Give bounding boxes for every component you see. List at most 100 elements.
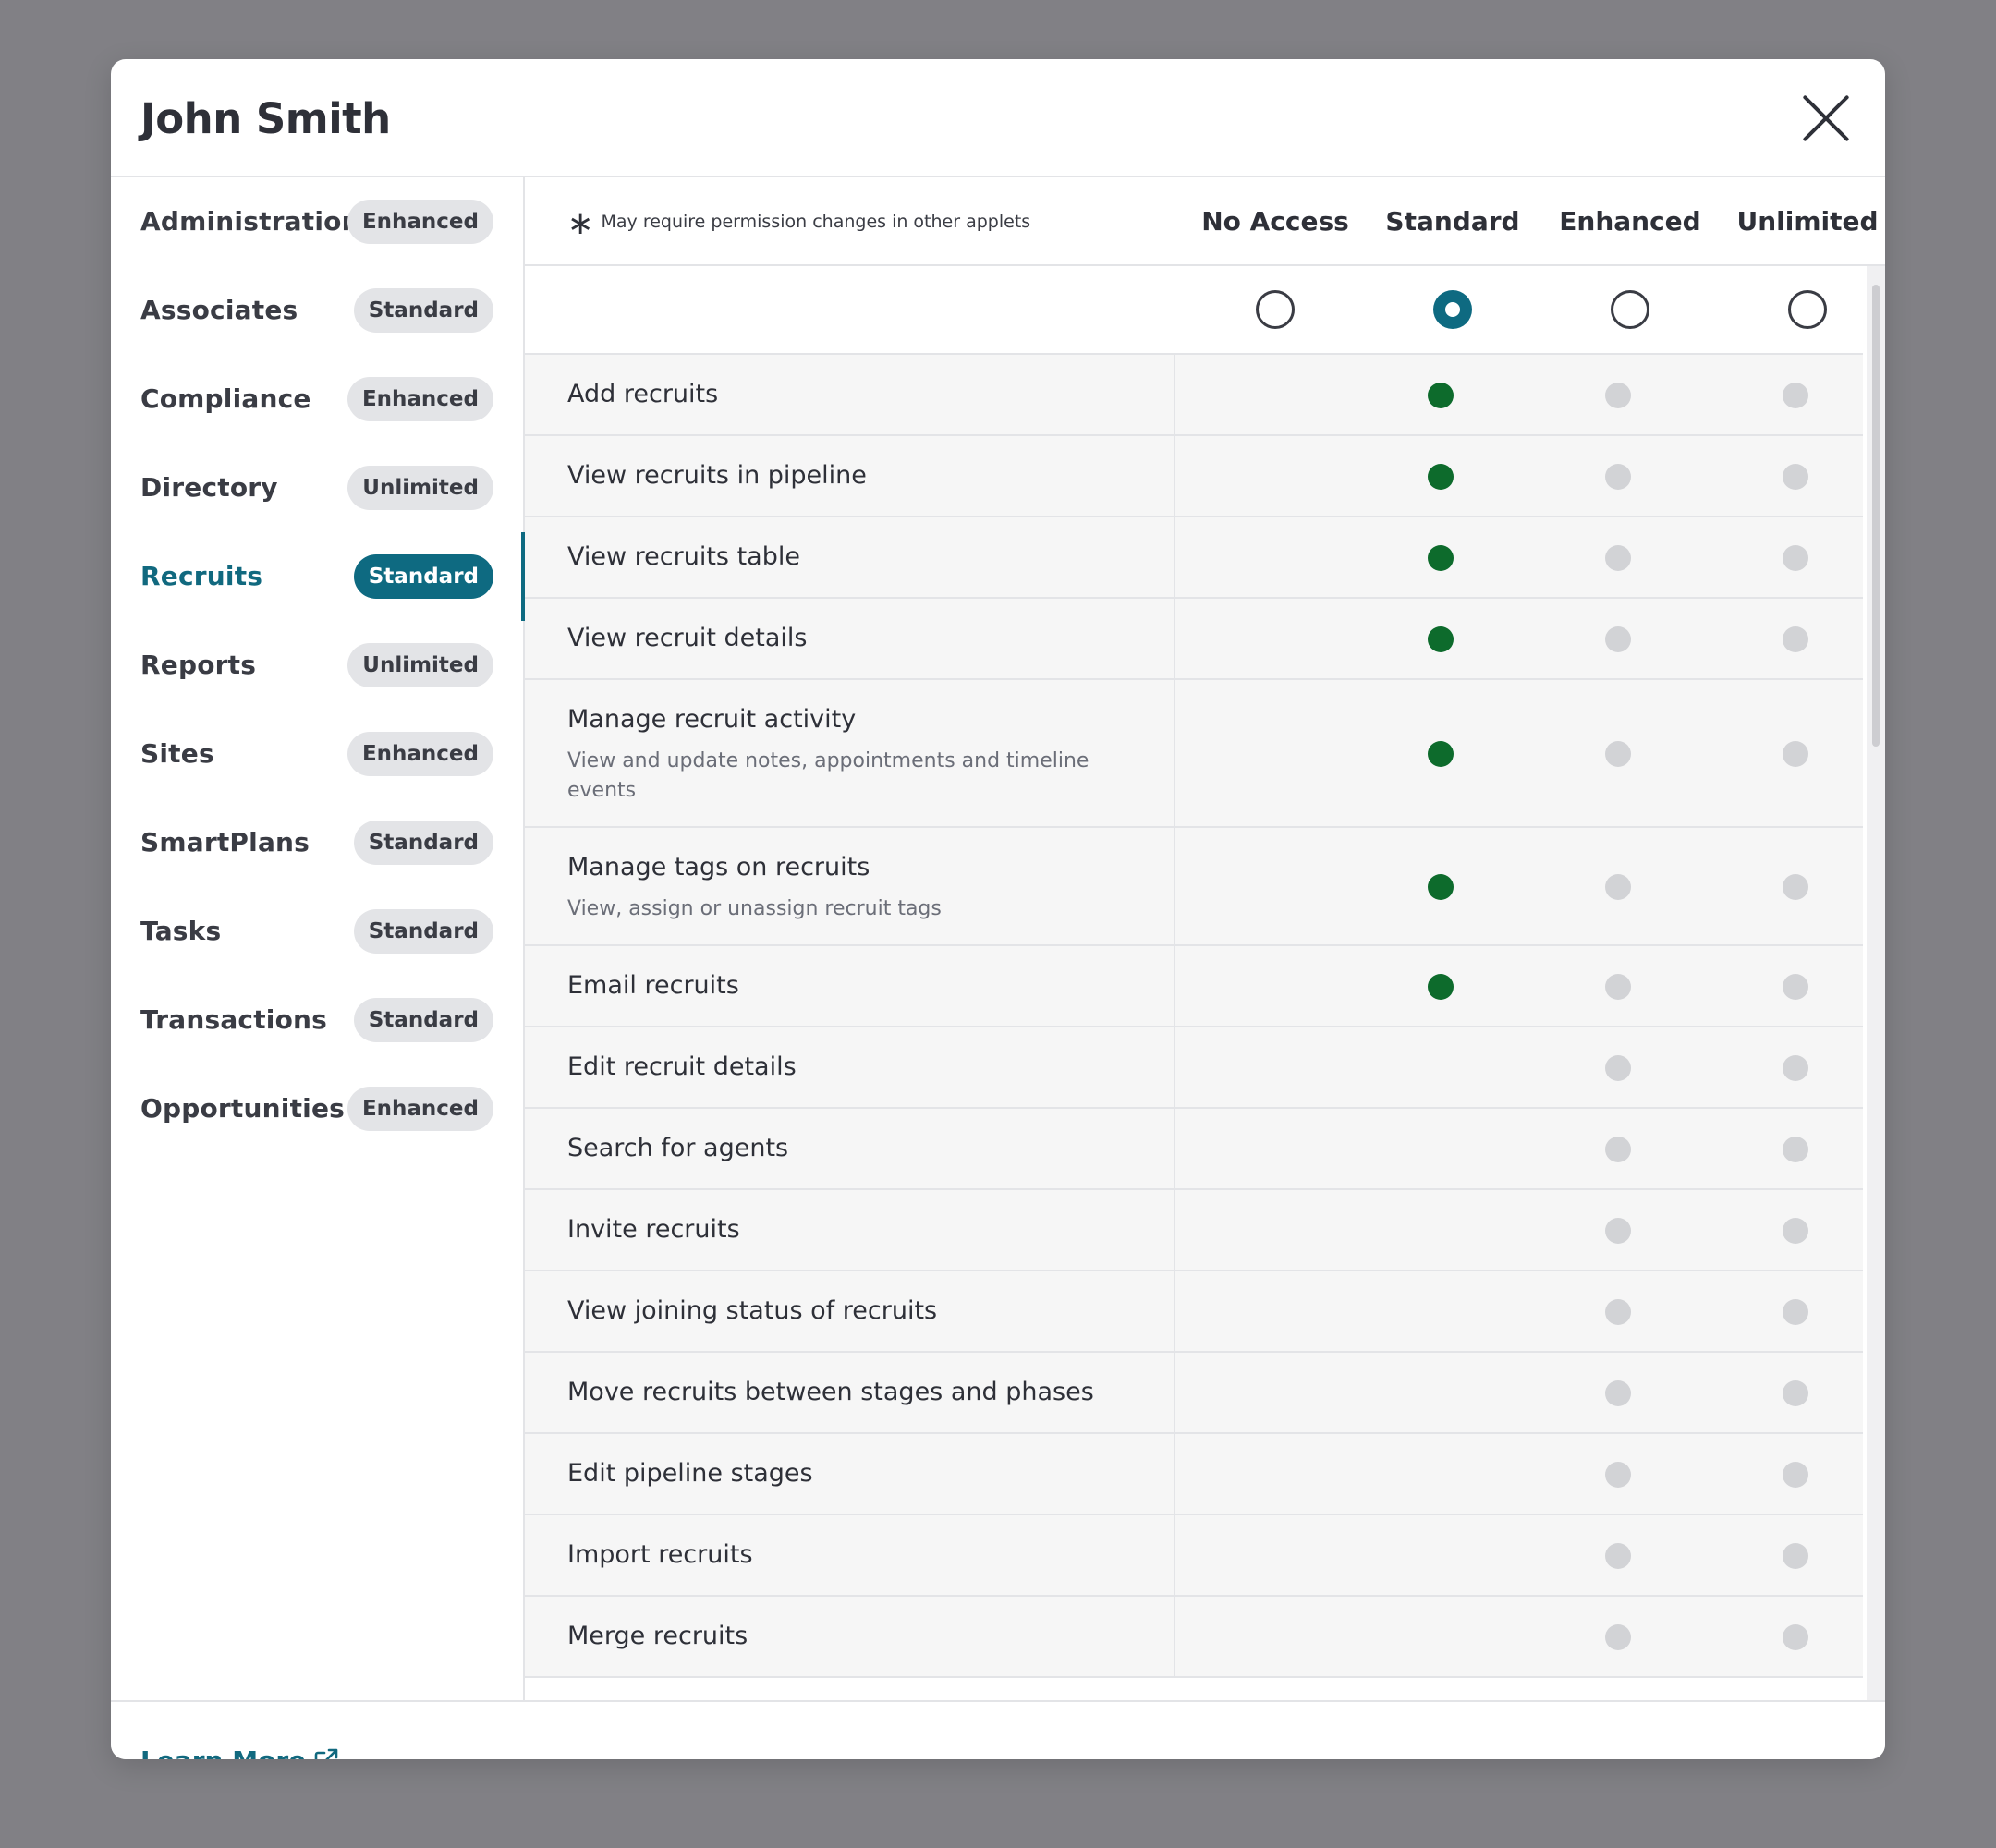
column-divider [1174,828,1175,944]
level-badge: Unlimited [347,466,493,510]
level-badge: Enhanced [347,732,493,776]
permission-label: Merge recruits [567,1622,748,1650]
permission-indicator-unlimited [1783,874,1808,900]
radio-no-access[interactable] [1256,290,1295,329]
permission-indicator-enhanced [1605,1137,1631,1162]
sidebar-item-tasks[interactable]: Tasks Standard [111,887,525,976]
permission-level-header: ∗ May require permission changes in other… [525,177,1885,266]
permission-indicator-enhanced [1605,974,1631,1000]
column-divider [1174,680,1175,826]
level-badge: Standard [353,909,493,954]
permission-label: View recruits table [567,542,800,571]
permission-indicator-enhanced [1605,464,1631,490]
permissions-modal: John Smith Administration Enhanced Associa… [111,59,1885,1759]
level-radio-row [525,266,1863,355]
sidebar-item-label: Tasks [140,916,222,946]
level-badge: Enhanced [347,377,493,421]
permission-note: ∗ May require permission changes in other… [567,205,1030,240]
level-badge: Standard [353,998,493,1042]
column-divider [1174,599,1175,678]
applet-sidebar: Administration Enhanced Associates Standard… [111,177,527,1700]
permission-indicator-enhanced [1605,545,1631,571]
scrollbar[interactable] [1867,266,1885,1700]
permission-indicator-unlimited [1783,1055,1808,1081]
permission-indicator-enhanced [1605,1462,1631,1488]
permission-row: Search for agents [525,1109,1863,1190]
permission-indicator-unlimited [1783,545,1808,571]
column-divider [1174,355,1175,434]
permission-row: Import recruits [525,1515,1863,1597]
sidebar-item-reports[interactable]: Reports Unlimited [111,621,525,710]
permission-indicator-unlimited [1783,1462,1808,1488]
sidebar-item-compliance[interactable]: Compliance Enhanced [111,355,525,444]
sidebar-item-label: Associates [140,295,298,325]
learn-more-link[interactable]: Learn More [140,1739,339,1759]
permission-indicator-unlimited [1783,626,1808,652]
permission-indicator-enhanced [1605,1624,1631,1650]
sidebar-item-label: SmartPlans [140,827,310,857]
permission-indicator-unlimited [1783,1137,1808,1162]
permission-row: Email recruits [525,946,1863,1027]
level-badge: Standard [353,288,493,333]
radio-standard[interactable] [1433,290,1472,329]
permission-indicator-standard [1428,874,1454,900]
column-divider [1174,1353,1175,1432]
level-badge: Standard [353,821,493,865]
sidebar-item-label: Administration [140,206,360,237]
permission-indicator-enhanced [1605,1299,1631,1325]
permission-label: View recruits in pipeline [567,461,867,490]
permission-label: Invite recruits [567,1215,740,1244]
radio-unlimited[interactable] [1788,290,1827,329]
sidebar-item-associates[interactable]: Associates Standard [111,266,525,355]
column-divider [1174,1434,1175,1514]
permission-row: Manage recruit activity View and update n… [525,680,1863,828]
column-divider [1174,1109,1175,1188]
sidebar-item-label: Reports [140,650,257,680]
sidebar-item-recruits[interactable]: Recruits Standard [111,532,527,621]
permission-row: View recruits table [525,517,1863,599]
permission-indicator-standard [1428,974,1454,1000]
sidebar-item-transactions[interactable]: Transactions Standard [111,976,525,1064]
permission-label: Manage recruit activity [567,705,857,734]
sidebar-item-directory[interactable]: Directory Unlimited [111,444,525,532]
sidebar-item-label: Transactions [140,1004,328,1035]
permission-note-text: May require permission changes in other … [601,212,1031,232]
permission-indicator-enhanced [1605,383,1631,408]
permission-row: Edit recruit details [525,1027,1863,1109]
column-divider [1174,1027,1175,1107]
sidebar-item-opportunities[interactable]: Opportunities Enhanced [111,1064,525,1153]
permission-indicator-enhanced [1605,1543,1631,1569]
sidebar-item-label: Recruits [140,561,263,591]
sidebar-item-label: Directory [140,472,278,503]
permission-label: Edit pipeline stages [567,1459,813,1488]
level-badge: Enhanced [347,1087,493,1131]
permission-indicator-unlimited [1783,383,1808,408]
permission-label: Edit recruit details [567,1052,797,1081]
asterisk-icon: ∗ [567,205,594,242]
permission-indicator-unlimited [1783,1299,1808,1325]
scrollbar-thumb[interactable] [1872,285,1880,747]
sidebar-item-smartplans[interactable]: SmartPlans Standard [111,798,525,887]
permissions-panel: ∗ May require permission changes in other… [525,177,1885,1700]
sidebar-item-label: Compliance [140,383,311,414]
level-badge: Enhanced [347,200,493,244]
permission-indicator-enhanced [1605,741,1631,767]
close-icon[interactable] [1802,94,1850,142]
permission-indicator-unlimited [1783,1218,1808,1244]
permission-indicator-standard [1428,464,1454,490]
sidebar-item-label: Sites [140,738,214,769]
permission-label: Import recruits [567,1540,753,1569]
permission-indicator-enhanced [1605,874,1631,900]
sidebar-item-sites[interactable]: Sites Enhanced [111,710,525,798]
level-badge: Standard [353,554,493,599]
permission-label: Search for agents [567,1134,789,1162]
learn-more-label: Learn More [140,1745,306,1759]
modal-footer: Learn More [111,1700,1885,1759]
column-divider [1174,1190,1175,1270]
permission-row: View joining status of recruits [525,1271,1863,1353]
permission-indicator-enhanced [1605,1055,1631,1081]
radio-enhanced[interactable] [1611,290,1649,329]
permission-row: Manage tags on recruits View, assign or u… [525,828,1863,946]
sidebar-item-administration[interactable]: Administration Enhanced [111,177,525,266]
column-divider [1174,1597,1175,1676]
